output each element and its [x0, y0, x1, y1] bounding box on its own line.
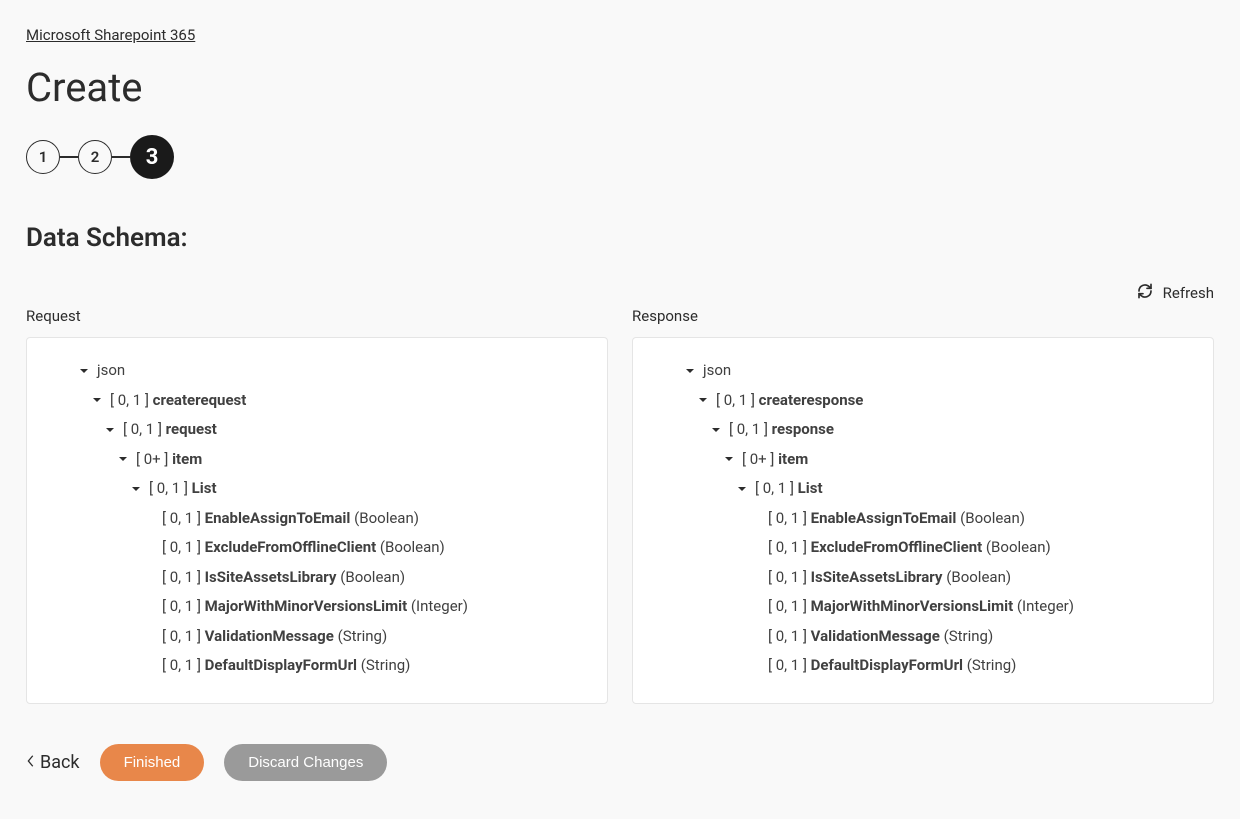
tree-node-level4[interactable]: [ 0, 1 ] List — [651, 474, 1195, 504]
tree-node-label: [ 0, 1 ] EnableAssignToEmail (Boolean) — [162, 509, 419, 529]
refresh-button[interactable]: Refresh — [26, 283, 1214, 303]
tree-node-label: [ 0, 1 ] List — [149, 479, 217, 499]
chevron-down-icon[interactable] — [722, 453, 736, 465]
tree-node-label: [ 0, 1 ] createresponse — [716, 391, 863, 411]
step-3[interactable]: 3 — [130, 135, 174, 179]
tree-node-label: [ 0, 1 ] ValidationMessage (String) — [162, 627, 387, 647]
step-2[interactable]: 2 — [78, 140, 112, 174]
tree-node-root[interactable]: json — [651, 356, 1195, 386]
tree-node-label: [ 0, 1 ] DefaultDisplayFormUrl (String) — [162, 656, 410, 676]
step-connector — [112, 156, 130, 158]
tree-node-level4[interactable]: [ 0, 1 ] List — [45, 474, 589, 504]
chevron-down-icon[interactable] — [683, 365, 697, 377]
tree-node-label: [ 0, 1 ] ExcludeFromOfflineClient (Boole… — [162, 538, 445, 558]
tree-node-leaf-1[interactable]: [ 0, 1 ] ExcludeFromOfflineClient (Boole… — [651, 533, 1195, 563]
tree-node-level1[interactable]: [ 0, 1 ] createresponse — [651, 386, 1195, 416]
tree-node-leaf-5[interactable]: [ 0, 1 ] DefaultDisplayFormUrl (String) — [45, 651, 589, 681]
footer-actions: Back Finished Discard Changes — [26, 744, 1214, 781]
chevron-left-icon — [26, 752, 36, 773]
tree-node-label: [ 0, 1 ] IsSiteAssetsLibrary (Boolean) — [162, 568, 405, 588]
finished-button[interactable]: Finished — [100, 744, 205, 781]
tree-node-level2[interactable]: [ 0, 1 ] request — [45, 415, 589, 445]
response-column: Response json [ 0, 1 ] createresponse [ 0,… — [632, 307, 1214, 704]
tree-node-label: [ 0, 1 ] ValidationMessage (String) — [768, 627, 993, 647]
section-heading: Data Schema: — [26, 223, 1214, 253]
tree-node-level2[interactable]: [ 0, 1 ] response — [651, 415, 1195, 445]
tree-node-leaf-3[interactable]: [ 0, 1 ] MajorWithMinorVersionsLimit (In… — [651, 592, 1195, 622]
tree-node-label: [ 0, 1 ] DefaultDisplayFormUrl (String) — [768, 656, 1016, 676]
request-column: Request json [ 0, 1 ] createrequest [ 0, 1… — [26, 307, 608, 704]
page-title: Create — [26, 64, 1214, 111]
chevron-down-icon[interactable] — [116, 453, 130, 465]
refresh-label: Refresh — [1163, 284, 1214, 302]
tree-node-leaf-2[interactable]: [ 0, 1 ] IsSiteAssetsLibrary (Boolean) — [651, 563, 1195, 593]
tree-node-label: [ 0, 1 ] MajorWithMinorVersionsLimit (In… — [162, 597, 468, 617]
chevron-down-icon[interactable] — [77, 365, 91, 377]
tree-node-level3[interactable]: [ 0+ ] item — [45, 445, 589, 475]
tree-node-level1[interactable]: [ 0, 1 ] createrequest — [45, 386, 589, 416]
tree-node-leaf-3[interactable]: [ 0, 1 ] MajorWithMinorVersionsLimit (In… — [45, 592, 589, 622]
refresh-icon — [1137, 283, 1153, 303]
tree-node-label: [ 0, 1 ] List — [755, 479, 823, 499]
request-heading: Request — [26, 307, 608, 325]
tree-node-level3[interactable]: [ 0+ ] item — [651, 445, 1195, 475]
tree-node-leaf-0[interactable]: [ 0, 1 ] EnableAssignToEmail (Boolean) — [45, 504, 589, 534]
response-card: json [ 0, 1 ] createresponse [ 0, 1 ] resp… — [632, 337, 1214, 704]
tree-node-leaf-4[interactable]: [ 0, 1 ] ValidationMessage (String) — [45, 622, 589, 652]
chevron-down-icon[interactable] — [735, 483, 749, 495]
tree-node-label: [ 0, 1 ] ExcludeFromOfflineClient (Boole… — [768, 538, 1051, 558]
tree-node-leaf-1[interactable]: [ 0, 1 ] ExcludeFromOfflineClient (Boole… — [45, 533, 589, 563]
tree-node-root[interactable]: json — [45, 356, 589, 386]
chevron-down-icon[interactable] — [709, 424, 723, 436]
tree-node-label: json — [703, 361, 731, 381]
chevron-down-icon[interactable] — [696, 394, 710, 406]
chevron-down-icon[interactable] — [129, 483, 143, 495]
tree-node-label: [ 0, 1 ] request — [123, 420, 217, 440]
tree-node-leaf-5[interactable]: [ 0, 1 ] DefaultDisplayFormUrl (String) — [651, 651, 1195, 681]
step-1[interactable]: 1 — [26, 140, 60, 174]
tree-node-label: [ 0, 1 ] EnableAssignToEmail (Boolean) — [768, 509, 1025, 529]
tree-node-label: [ 0, 1 ] response — [729, 420, 834, 440]
tree-node-leaf-2[interactable]: [ 0, 1 ] IsSiteAssetsLibrary (Boolean) — [45, 563, 589, 593]
tree-node-leaf-4[interactable]: [ 0, 1 ] ValidationMessage (String) — [651, 622, 1195, 652]
chevron-down-icon[interactable] — [103, 424, 117, 436]
breadcrumb-link[interactable]: Microsoft Sharepoint 365 — [26, 26, 195, 44]
tree-node-label: [ 0+ ] item — [136, 450, 202, 470]
stepper: 1 2 3 — [26, 135, 1214, 179]
back-label: Back — [40, 752, 80, 773]
tree-node-label: [ 0+ ] item — [742, 450, 808, 470]
tree-node-label: json — [97, 361, 125, 381]
tree-node-label: [ 0, 1 ] createrequest — [110, 391, 246, 411]
back-button[interactable]: Back — [26, 752, 80, 773]
response-heading: Response — [632, 307, 1214, 325]
discard-button[interactable]: Discard Changes — [224, 744, 387, 781]
chevron-down-icon[interactable] — [90, 394, 104, 406]
tree-node-label: [ 0, 1 ] MajorWithMinorVersionsLimit (In… — [768, 597, 1074, 617]
request-card: json [ 0, 1 ] createrequest [ 0, 1 ] reque… — [26, 337, 608, 704]
tree-node-label: [ 0, 1 ] IsSiteAssetsLibrary (Boolean) — [768, 568, 1011, 588]
tree-node-leaf-0[interactable]: [ 0, 1 ] EnableAssignToEmail (Boolean) — [651, 504, 1195, 534]
step-connector — [60, 156, 78, 158]
